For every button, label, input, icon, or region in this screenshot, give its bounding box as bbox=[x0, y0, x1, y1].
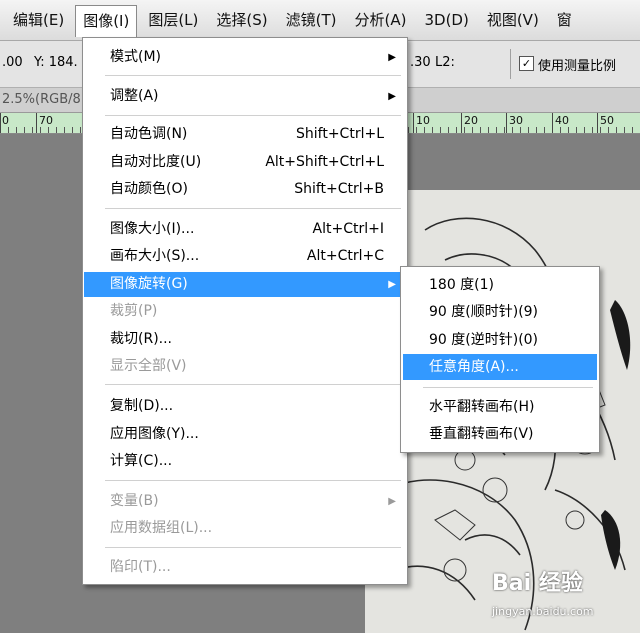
measure-value: .30 bbox=[410, 55, 431, 70]
ruler-label: 40 bbox=[555, 114, 569, 127]
menu-item-shortcut: Alt+Ctrl+C bbox=[306, 248, 384, 264]
menu-item-shortcut: Alt+Ctrl+I bbox=[312, 221, 384, 237]
menu-item-auto-tone[interactable]: 自动色调(N) Shift+Ctrl+L bbox=[84, 122, 406, 147]
menu-item-label: 陷印(T)... bbox=[110, 559, 171, 575]
menu-item-trap[interactable]: 陷印(T)... bbox=[84, 555, 406, 580]
submenu-arrow-icon: ▶ bbox=[388, 279, 396, 290]
menu-item-label: 显示全部(V) bbox=[110, 358, 187, 374]
menu-layer[interactable]: 图层(L) bbox=[141, 5, 205, 35]
menu-item-auto-color[interactable]: 自动颜色(O) Shift+Ctrl+B bbox=[84, 177, 406, 202]
ruler-label: 20 bbox=[464, 114, 478, 127]
menu-analysis[interactable]: 分析(A) bbox=[348, 5, 414, 35]
ruler-tick bbox=[552, 113, 553, 133]
ruler-label: 30 bbox=[509, 114, 523, 127]
submenu-item-label: 垂直翻转画布(V) bbox=[429, 426, 534, 442]
menu-item-apply-data-set[interactable]: 应用数据组(L)... bbox=[84, 516, 406, 541]
submenu-item-label: 180 度(1) bbox=[429, 277, 495, 293]
watermark-logo: Bai 经验 bbox=[492, 571, 583, 596]
ruler-label: 10 bbox=[416, 114, 430, 127]
use-measurement-scale-label: 使用测量比例 bbox=[538, 59, 617, 74]
menu-item-calculations[interactable]: 计算(C)... bbox=[84, 449, 406, 474]
menu-item-image-rotation[interactable]: 图像旋转(G) ▶ bbox=[84, 272, 406, 297]
menu-item-canvas-size[interactable]: 画布大小(S)... Alt+Ctrl+C bbox=[84, 244, 406, 269]
x-value: .00 bbox=[2, 55, 23, 70]
submenu-item-label: 90 度(逆时针)(0) bbox=[429, 332, 539, 348]
menu-item-label: 应用数据组(L)... bbox=[110, 520, 213, 536]
menu-separator bbox=[423, 387, 593, 388]
submenu-item-label: 90 度(顺时针)(9) bbox=[429, 304, 539, 320]
menu-item-shortcut: Shift+Ctrl+L bbox=[296, 126, 384, 142]
menu-separator bbox=[105, 480, 401, 481]
menu-item-trim[interactable]: 裁切(R)... bbox=[84, 327, 406, 352]
document-title: 2.5%(RGB/8 bbox=[2, 92, 81, 107]
menu-item-reveal-all[interactable]: 显示全部(V) bbox=[84, 354, 406, 379]
menu-item-label: 裁切(R)... bbox=[110, 331, 173, 347]
menu-edit[interactable]: 编辑(E) bbox=[6, 5, 71, 35]
watermark-url: jingyan.baidu.com bbox=[492, 605, 594, 618]
ruler-tick bbox=[36, 113, 37, 133]
ruler-tick bbox=[413, 113, 414, 133]
menu-view[interactable]: 视图(V) bbox=[480, 5, 546, 35]
menu-select[interactable]: 选择(S) bbox=[209, 5, 274, 35]
menu-item-image-size[interactable]: 图像大小(I)... Alt+Ctrl+I bbox=[84, 217, 406, 242]
ruler-tick bbox=[597, 113, 598, 133]
menu-item-label: 自动颜色(O) bbox=[110, 181, 188, 197]
ruler-tick bbox=[461, 113, 462, 133]
menu-item-label: 复制(D)... bbox=[110, 398, 174, 414]
image-rotation-submenu: 180 度(1) 90 度(顺时针)(9) 90 度(逆时针)(0) 任意角度(… bbox=[400, 266, 600, 453]
menu-item-mode[interactable]: 模式(M) ▶ bbox=[84, 45, 406, 70]
submenu-item-label: 任意角度(A)... bbox=[429, 359, 519, 375]
menu-item-label: 模式(M) bbox=[110, 49, 162, 65]
menu-item-label: 裁剪(P) bbox=[110, 303, 158, 319]
submenu-item-rotate-180[interactable]: 180 度(1) bbox=[403, 272, 597, 298]
menu-item-label: 自动对比度(U) bbox=[110, 154, 202, 170]
menu-item-label: 变量(B) bbox=[110, 493, 159, 509]
submenu-item-label: 水平翻转画布(H) bbox=[429, 399, 535, 415]
ruler-label: 0 bbox=[2, 114, 9, 127]
menu-3d[interactable]: 3D(D) bbox=[417, 5, 475, 35]
menu-item-adjustments[interactable]: 调整(A) ▶ bbox=[84, 84, 406, 109]
l2-label: L2: bbox=[435, 55, 455, 70]
menu-item-auto-contrast[interactable]: 自动对比度(U) Alt+Shift+Ctrl+L bbox=[84, 150, 406, 175]
use-measurement-scale-checkbox[interactable]: ✓ bbox=[519, 56, 534, 71]
menu-item-label: 画布大小(S)... bbox=[110, 248, 200, 264]
menu-filter[interactable]: 滤镜(T) bbox=[279, 5, 344, 35]
menu-image[interactable]: 图像(I) bbox=[75, 5, 138, 37]
menu-separator bbox=[105, 384, 401, 385]
menu-separator bbox=[105, 547, 401, 548]
ruler-label: 70 bbox=[39, 114, 53, 127]
menu-item-apply-image[interactable]: 应用图像(Y)... bbox=[84, 422, 406, 447]
menu-item-crop[interactable]: 裁剪(P) bbox=[84, 299, 406, 324]
submenu-item-flip-vertical[interactable]: 垂直翻转画布(V) bbox=[403, 421, 597, 447]
menu-separator bbox=[105, 115, 401, 116]
menu-item-shortcut: Alt+Shift+Ctrl+L bbox=[265, 154, 384, 170]
menu-item-label: 图像大小(I)... bbox=[110, 221, 195, 237]
menu-separator bbox=[105, 208, 401, 209]
submenu-item-arbitrary-angle[interactable]: 任意角度(A)... bbox=[403, 354, 597, 380]
menu-item-label: 计算(C)... bbox=[110, 453, 173, 469]
menu-item-label: 调整(A) bbox=[110, 88, 159, 104]
submenu-item-rotate-90-cw[interactable]: 90 度(顺时针)(9) bbox=[403, 299, 597, 325]
menu-item-shortcut: Shift+Ctrl+B bbox=[294, 181, 384, 197]
menu-item-label: 图像旋转(G) bbox=[110, 276, 188, 292]
y-value: Y: 184. bbox=[34, 55, 78, 70]
menu-window[interactable]: 窗 bbox=[550, 5, 579, 35]
menu-item-label: 自动色调(N) bbox=[110, 126, 188, 142]
submenu-arrow-icon: ▶ bbox=[388, 496, 396, 507]
submenu-item-rotate-90-ccw[interactable]: 90 度(逆时针)(0) bbox=[403, 327, 597, 353]
submenu-arrow-icon: ▶ bbox=[388, 91, 396, 102]
submenu-arrow-icon: ▶ bbox=[388, 52, 396, 63]
ruler-tick bbox=[506, 113, 507, 133]
menu-item-label: 应用图像(Y)... bbox=[110, 426, 199, 442]
image-menu-dropdown: 模式(M) ▶ 调整(A) ▶ 自动色调(N) Shift+Ctrl+L 自动对… bbox=[82, 37, 408, 585]
menubar: 编辑(E) 图像(I) 图层(L) 选择(S) 滤镜(T) 分析(A) 3D(D… bbox=[0, 0, 640, 41]
baidu-jingyan-watermark: Bai 经验 jingyan.baidu.com bbox=[488, 565, 638, 625]
menu-item-variables[interactable]: 变量(B) ▶ bbox=[84, 489, 406, 514]
menu-separator bbox=[105, 75, 401, 76]
divider bbox=[510, 49, 511, 79]
ruler-label: 50 bbox=[600, 114, 614, 127]
ruler-tick bbox=[0, 113, 1, 133]
submenu-item-flip-horizontal[interactable]: 水平翻转画布(H) bbox=[403, 394, 597, 420]
menu-item-duplicate[interactable]: 复制(D)... bbox=[84, 394, 406, 419]
